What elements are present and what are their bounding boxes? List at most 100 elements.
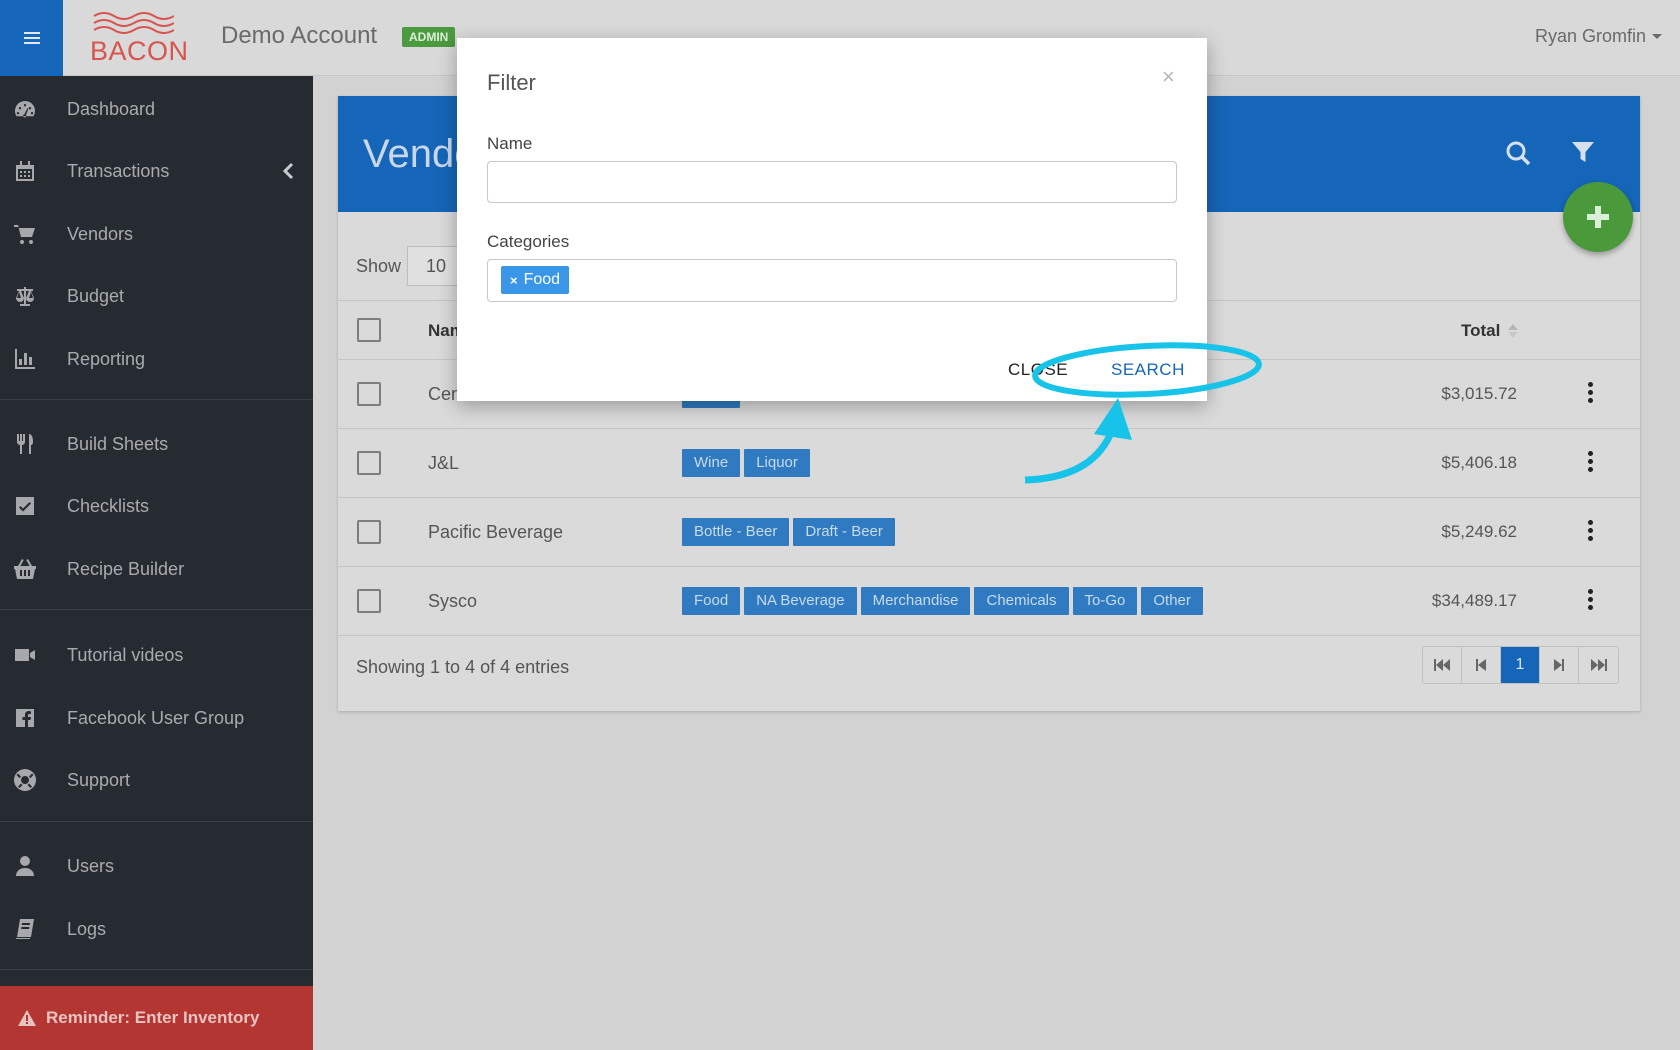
column-header-total-label: Total <box>1461 321 1501 340</box>
category-tag: Wine <box>682 449 741 477</box>
table-row[interactable]: Pacific Beverage Bottle - Beer Draft - B… <box>338 498 1640 567</box>
highlight-annotation <box>1024 342 1262 484</box>
row-actions-icon[interactable] <box>1588 520 1594 541</box>
row-actions-icon[interactable] <box>1588 451 1594 472</box>
sidebar-item-recipe-builder[interactable]: Recipe Builder <box>0 544 313 594</box>
first-page-icon <box>1434 659 1450 671</box>
filter-icon[interactable] <box>1571 140 1595 164</box>
vendor-total: $5,249.62 <box>1441 522 1517 541</box>
cart-icon <box>12 221 38 247</box>
sidebar-item-users[interactable]: Users <box>0 841 313 891</box>
sidebar-item-label: Checklists <box>67 495 150 516</box>
add-vendor-button[interactable] <box>1563 182 1633 252</box>
admin-badge: ADMIN <box>402 27 456 47</box>
category-tag: Chemicals <box>974 587 1069 615</box>
sidebar-item-build-sheets[interactable]: Build Sheets <box>0 419 313 469</box>
vendor-total: $3,015.72 <box>1441 384 1517 403</box>
select-all-checkbox[interactable] <box>357 318 381 342</box>
sidebar-item-label: Dashboard <box>67 98 156 119</box>
sidebar-item-checklists[interactable]: Checklists <box>0 481 313 531</box>
sidebar-item-label: Budget <box>67 285 125 306</box>
chevron-left-icon[interactable] <box>281 162 295 180</box>
table-row[interactable]: Sysco Food NA Beverage Merchandise Chemi… <box>338 567 1640 636</box>
reminder-text: Reminder: Enter Inventory <box>46 1008 260 1027</box>
vendor-total: $5,406.18 <box>1441 453 1517 472</box>
bar-chart-icon <box>12 346 38 372</box>
table-info: Showing 1 to 4 of 4 entries <box>356 657 570 677</box>
previous-page-button[interactable] <box>1462 647 1501 683</box>
pagination: 1 <box>1422 646 1619 684</box>
close-icon[interactable]: × <box>1162 64 1175 90</box>
selected-category-chip: × Food <box>501 266 570 294</box>
table-row[interactable]: J&L Wine Liquor $5,406.18 <box>338 429 1640 498</box>
sidebar-item-label: Facebook User Group <box>67 707 245 728</box>
sidebar-divider <box>0 399 313 400</box>
sidebar-item-label: Recipe Builder <box>67 558 185 579</box>
search-icon[interactable] <box>1505 140 1531 166</box>
basket-icon <box>12 556 38 582</box>
chip-label: Food <box>523 271 561 288</box>
sidebar-item-label: Support <box>67 769 131 790</box>
sidebar-item-logs[interactable]: Logs <box>0 904 313 954</box>
sidebar-item-label: Build Sheets <box>67 433 169 454</box>
column-header-total[interactable]: Total <box>1461 321 1519 341</box>
category-tags: Food NA Beverage Merchandise Chemicals T… <box>682 587 1203 615</box>
category-tag: NA Beverage <box>744 587 857 615</box>
utensils-icon <box>12 431 38 457</box>
categories-select[interactable]: × Food <box>487 259 1177 302</box>
row-checkbox[interactable] <box>357 589 381 613</box>
sidebar-item-label: Logs <box>67 918 107 939</box>
sidebar-item-transactions[interactable]: Transactions <box>0 146 313 196</box>
row-checkbox[interactable] <box>357 520 381 544</box>
vendor-name: Sysco <box>428 591 478 611</box>
category-tag: Draft - Beer <box>793 518 895 546</box>
name-input[interactable] <box>487 161 1177 203</box>
logo[interactable]: BACON <box>88 12 188 66</box>
show-label: Show <box>356 255 402 276</box>
remove-chip-icon[interactable]: × <box>510 273 518 288</box>
row-checkbox[interactable] <box>357 382 381 406</box>
reminder-banner[interactable]: Reminder: Enter Inventory <box>0 986 313 1050</box>
sidebar-item-label: Users <box>67 855 115 876</box>
video-icon <box>12 642 38 668</box>
sidebar-item-support[interactable]: Support <box>0 755 313 805</box>
dashboard-icon <box>12 96 38 122</box>
sidebar-divider <box>0 969 313 970</box>
category-tag: To-Go <box>1072 587 1138 615</box>
vendor-name: Pacific Beverage <box>428 522 564 542</box>
scale-icon <box>12 283 38 309</box>
category-tags: Bottle - Beer Draft - Beer <box>682 518 895 546</box>
row-checkbox[interactable] <box>357 451 381 475</box>
next-page-button[interactable] <box>1540 647 1579 683</box>
sidebar-item-label: Tutorial videos <box>67 644 184 665</box>
first-page-button[interactable] <box>1423 647 1462 683</box>
category-tag: Other <box>1141 587 1203 615</box>
user-menu[interactable]: Ryan Gromfin <box>1535 26 1662 47</box>
menu-toggle-button[interactable] <box>0 0 63 76</box>
caret-down-icon <box>1652 34 1662 39</box>
logo-text: BACON <box>90 36 189 66</box>
row-actions-icon[interactable] <box>1588 589 1594 610</box>
category-tags: Wine Liquor <box>682 449 810 477</box>
last-page-button[interactable] <box>1579 647 1618 683</box>
name-label: Name <box>487 134 533 153</box>
sidebar-item-budget[interactable]: Budget <box>0 271 313 321</box>
sidebar-item-facebook-user-group[interactable]: Facebook User Group <box>0 693 313 743</box>
last-page-icon <box>1590 659 1607 671</box>
category-tag: Liquor <box>744 449 810 477</box>
sidebar-item-tutorial-videos[interactable]: Tutorial videos <box>0 630 313 680</box>
dialog-title: Filter <box>487 70 536 95</box>
checkbox-icon <box>12 493 38 519</box>
sidebar-item-vendors[interactable]: Vendors <box>0 209 313 259</box>
sidebar-item-reporting[interactable]: Reporting <box>0 334 313 384</box>
page-1-button[interactable]: 1 <box>1501 647 1540 683</box>
row-actions-icon[interactable] <box>1588 382 1594 403</box>
warning-icon <box>18 1010 36 1026</box>
hamburger-icon <box>23 32 40 44</box>
sidebar-item-dashboard[interactable]: Dashboard <box>0 84 313 134</box>
sidebar-item-label: Transactions <box>67 160 170 181</box>
sidebar-divider <box>0 821 313 822</box>
plus-icon <box>1587 206 1609 228</box>
category-tag: Food <box>682 587 741 615</box>
sidebar: Dashboard Transactions Vendors Budget Re… <box>0 76 313 1050</box>
